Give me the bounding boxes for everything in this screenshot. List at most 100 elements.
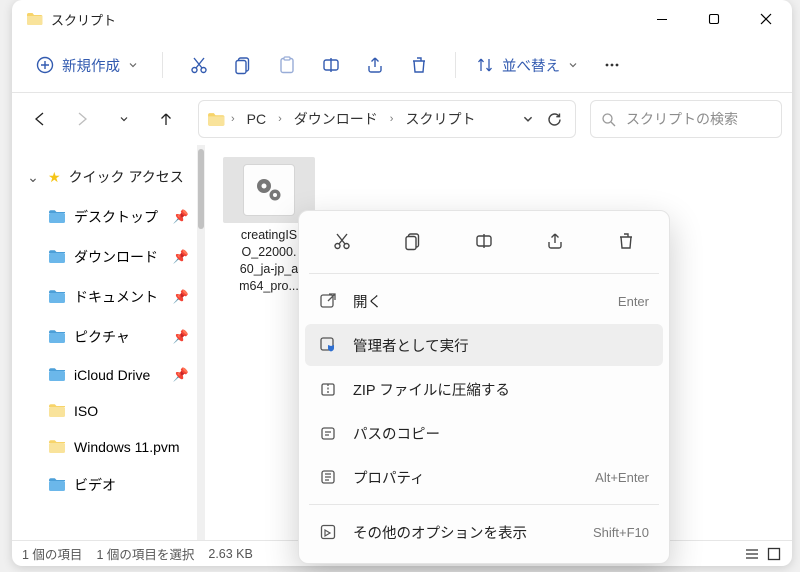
crumb-scripts[interactable]: スクリプト [399, 105, 481, 133]
separator [455, 52, 456, 78]
sidebar-item-label: ビデオ [74, 475, 116, 495]
pin-icon: 📌 [173, 367, 189, 383]
ctx-run-as-admin[interactable]: 管理者として実行 [305, 324, 663, 366]
folder-icon [48, 477, 66, 493]
nav-row: › PC › ダウンロード › スクリプト スクリプトの検索 [12, 93, 792, 145]
sidebar-item-win11pvm[interactable]: Windows 11.pvm [12, 429, 197, 465]
window-title: スクリプト [51, 10, 116, 29]
share-button[interactable] [353, 43, 397, 87]
pin-icon: 📌 [173, 289, 189, 305]
crumb-downloads[interactable]: ダウンロード [288, 105, 384, 133]
open-icon [319, 292, 339, 310]
zip-icon [319, 380, 339, 398]
ctx-cut-button[interactable] [309, 223, 376, 259]
folder-icon [207, 112, 225, 127]
sidebar-quick-access[interactable]: ⌄ ★ クイック アクセス [12, 157, 197, 197]
separator [309, 273, 659, 274]
sidebar-item-pictures[interactable]: ピクチャ 📌 [12, 317, 197, 357]
separator [309, 504, 659, 505]
context-menu-quick-actions [305, 219, 663, 267]
sidebar: ⌄ ★ クイック アクセス デスクトップ 📌 ダウンロード 📌 ドキュメント 📌 [12, 145, 197, 540]
ctx-properties[interactable]: プロパティ Alt+Enter [305, 456, 663, 498]
menu-item-label: 開く [353, 291, 604, 312]
context-menu: 開く Enter 管理者として実行 ZIP ファイルに圧縮する パスのコピー プ… [298, 210, 670, 564]
chevron-right-icon[interactable]: › [388, 113, 396, 125]
scrollbar-thumb[interactable] [198, 149, 204, 229]
sidebar-scrollbar[interactable] [197, 145, 205, 540]
ctx-copy-button[interactable] [380, 223, 447, 259]
copy-button[interactable] [221, 43, 265, 87]
ctx-open[interactable]: 開く Enter [305, 280, 663, 322]
chevron-down-icon: ⌄ [26, 169, 40, 186]
sidebar-item-icloud[interactable]: iCloud Drive 📌 [12, 357, 197, 393]
sidebar-item-label: ダウンロード [74, 247, 158, 267]
ctx-delete-button[interactable] [592, 223, 659, 259]
folder-icon [48, 329, 66, 345]
pin-icon: 📌 [173, 249, 189, 265]
copy-path-icon [319, 424, 339, 442]
icons-view-button[interactable] [766, 546, 782, 562]
breadcrumb[interactable]: › PC › ダウンロード › スクリプト [198, 100, 576, 138]
sidebar-item-downloads[interactable]: ダウンロード 📌 [12, 237, 197, 277]
status-selected: 1 個の項目を選択 [96, 544, 194, 563]
sidebar-item-label: Windows 11.pvm [74, 439, 180, 455]
details-view-button[interactable] [744, 546, 760, 562]
sidebar-item-desktop[interactable]: デスクトップ 📌 [12, 197, 197, 237]
forward-button[interactable] [64, 101, 100, 137]
back-button[interactable] [22, 101, 58, 137]
menu-item-label: 管理者として実行 [353, 335, 649, 356]
new-button[interactable]: 新規作成 [30, 49, 144, 82]
chevron-right-icon[interactable]: › [229, 113, 237, 125]
menu-item-label: プロパティ [353, 467, 581, 488]
sidebar-item-documents[interactable]: ドキュメント 📌 [12, 277, 197, 317]
rename-button[interactable] [309, 43, 353, 87]
sort-button[interactable]: 並べ替え [470, 49, 584, 82]
sidebar-item-videos[interactable]: ビデオ [12, 465, 197, 505]
gear-icon [243, 164, 295, 216]
status-size: 2.63 KB [208, 547, 252, 561]
more-options-icon [319, 523, 339, 541]
status-count: 1 個の項目 [22, 544, 82, 563]
pin-icon: 📌 [173, 209, 189, 225]
search-input[interactable]: スクリプトの検索 [590, 100, 782, 138]
recent-dropdown[interactable] [106, 101, 142, 137]
folder-icon [48, 403, 66, 419]
breadcumb-dropdown[interactable] [522, 113, 534, 125]
close-button[interactable] [740, 0, 792, 38]
more-button[interactable] [590, 43, 634, 87]
folder-icon [48, 289, 66, 305]
sidebar-item-label: デスクトップ [74, 207, 158, 227]
search-icon [601, 112, 616, 127]
ctx-copy-path[interactable]: パスのコピー [305, 412, 663, 454]
minimize-button[interactable] [636, 0, 688, 38]
sidebar-item-label: iCloud Drive [74, 367, 150, 383]
cut-button[interactable] [177, 43, 221, 87]
delete-button[interactable] [397, 43, 441, 87]
sidebar-item-label: クイック アクセス [69, 167, 184, 187]
up-button[interactable] [148, 101, 184, 137]
maximize-button[interactable] [688, 0, 740, 38]
paste-button[interactable] [265, 43, 309, 87]
crumb-pc[interactable]: PC [241, 107, 272, 131]
star-icon: ★ [48, 169, 61, 186]
menu-item-accel: Enter [618, 294, 649, 309]
refresh-button[interactable] [546, 111, 563, 128]
separator [162, 52, 163, 78]
ctx-compress-zip[interactable]: ZIP ファイルに圧縮する [305, 368, 663, 410]
menu-item-label: その他のオプションを表示 [353, 522, 579, 543]
sidebar-item-label: ピクチャ [74, 327, 130, 347]
search-placeholder: スクリプトの検索 [626, 109, 738, 129]
folder-icon [26, 12, 43, 26]
sort-label: 並べ替え [502, 55, 560, 76]
sidebar-item-iso[interactable]: ISO [12, 393, 197, 429]
new-label: 新規作成 [62, 55, 120, 76]
shield-icon [319, 336, 339, 354]
ctx-rename-button[interactable] [451, 223, 518, 259]
toolbar: 新規作成 並べ替え [12, 38, 792, 93]
chevron-right-icon[interactable]: › [276, 113, 284, 125]
titlebar[interactable]: スクリプト [12, 0, 792, 38]
menu-item-label: パスのコピー [353, 423, 649, 444]
ctx-share-button[interactable] [521, 223, 588, 259]
ctx-more-options[interactable]: その他のオプションを表示 Shift+F10 [305, 511, 663, 553]
properties-icon [319, 468, 339, 486]
